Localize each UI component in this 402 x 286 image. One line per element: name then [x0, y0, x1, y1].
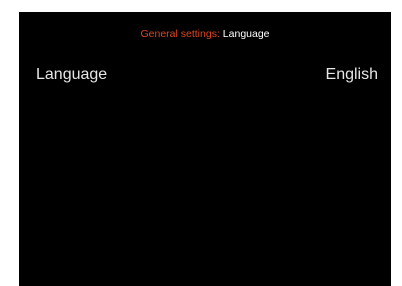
- setting-label: Language: [36, 66, 108, 83]
- screen-title: General settings: Language: [19, 27, 391, 41]
- settings-screen: General settings: Language Language Engl…: [19, 12, 391, 286]
- section-title: General settings:: [140, 28, 220, 40]
- setting-value[interactable]: English: [326, 66, 378, 84]
- language-setting-row[interactable]: Language English: [36, 63, 378, 87]
- page-title: Language: [222, 28, 270, 40]
